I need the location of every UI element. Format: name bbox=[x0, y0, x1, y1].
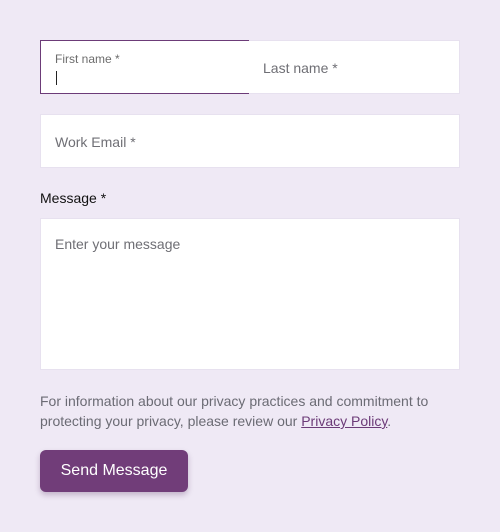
first-name-field[interactable]: First name * bbox=[40, 40, 250, 94]
privacy-policy-link[interactable]: Privacy Policy bbox=[301, 413, 387, 429]
last-name-placeholder: Last name * bbox=[263, 60, 338, 76]
message-textarea[interactable]: Enter your message bbox=[40, 218, 460, 370]
message-placeholder: Enter your message bbox=[55, 236, 181, 252]
work-email-placeholder: Work Email * bbox=[55, 134, 136, 150]
first-name-label: First name * bbox=[55, 52, 120, 66]
work-email-field[interactable]: Work Email * bbox=[40, 114, 460, 168]
message-label: Message * bbox=[40, 190, 107, 206]
privacy-notice: For information about our privacy practi… bbox=[40, 391, 470, 431]
privacy-notice-suffix: . bbox=[387, 413, 392, 429]
last-name-field[interactable]: Last name * bbox=[249, 40, 460, 94]
send-message-button[interactable]: Send Message bbox=[40, 450, 188, 492]
text-cursor bbox=[56, 71, 57, 85]
contact-form: First name * Last name * Work Email * Me… bbox=[0, 0, 500, 532]
